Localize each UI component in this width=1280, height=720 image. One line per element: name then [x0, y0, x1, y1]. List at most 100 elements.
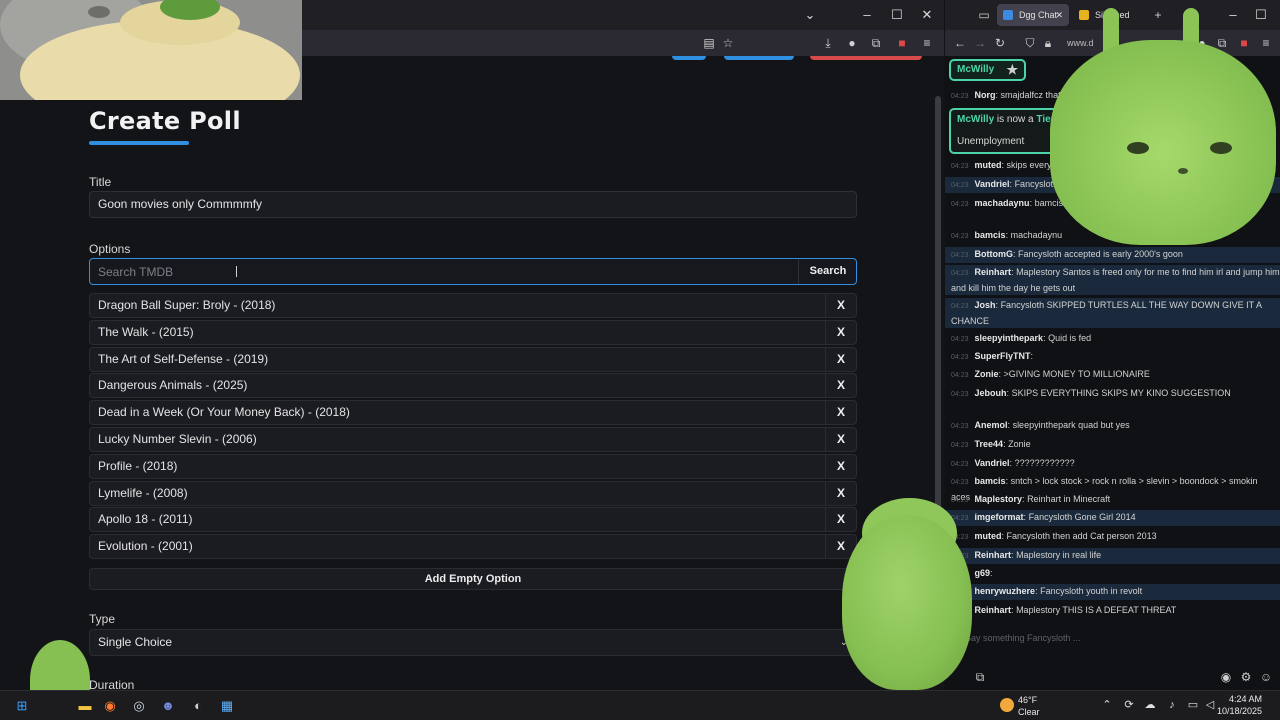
clock-time[interactable]: 4:24 AM — [1222, 694, 1262, 704]
site-nav-button-danger[interactable] — [810, 56, 922, 60]
file-explorer-icon[interactable]: ▬ — [75, 696, 95, 716]
message-username[interactable]: henrywuzhere — [975, 586, 1036, 596]
close-window-icon[interactable]: ✕ — [917, 6, 937, 24]
message-username[interactable]: sleepyinthepark — [975, 333, 1044, 343]
message-username[interactable]: muted — [975, 160, 1002, 170]
bookmark-star-icon[interactable]: ☆ — [719, 34, 737, 52]
site-nav-button[interactable] — [672, 56, 706, 60]
microphone-icon[interactable]: ♪ — [1165, 698, 1179, 712]
shield-icon[interactable]: ⛉ — [1021, 34, 1039, 52]
remove-option-button[interactable]: X — [826, 401, 856, 424]
title-input[interactable]: Goon movies only Commmmfy — [89, 191, 857, 218]
type-select[interactable]: Single Choice ⌄ — [89, 629, 857, 656]
tab-list-chevron-icon[interactable]: ⌄ — [800, 6, 820, 24]
cat-emote-nose — [1178, 168, 1188, 174]
title-underline — [89, 141, 189, 145]
weather-widget[interactable]: 46°F Clear — [1000, 693, 1070, 719]
extension-badge-icon[interactable]: ■ — [893, 34, 911, 52]
message-username[interactable]: g69 — [975, 568, 991, 578]
network-icon[interactable]: ▭ — [1186, 698, 1200, 712]
message-username[interactable]: Norg — [975, 90, 996, 100]
whisper-icon[interactable]: ⧉ — [971, 668, 989, 686]
reader-view-icon[interactable]: ▤ — [700, 34, 718, 52]
remove-option-button[interactable]: X — [826, 294, 856, 317]
cloud-icon[interactable]: ☁ — [1143, 698, 1157, 712]
remove-option-button[interactable]: X — [826, 482, 856, 505]
message-username[interactable]: Tree44 — [975, 439, 1004, 449]
notepad-icon[interactable]: ▦ — [217, 696, 237, 716]
account-icon[interactable]: ● — [843, 34, 861, 52]
minimize-icon[interactable]: – — [857, 6, 877, 24]
option-label: The Art of Self-Defense - (2019) — [98, 351, 269, 366]
eye-icon[interactable]: ◉ — [1217, 668, 1235, 686]
message-username[interactable]: machadaynu — [975, 198, 1030, 208]
reload-icon[interactable]: ↻ — [991, 34, 1009, 52]
message-username[interactable]: muted — [975, 531, 1002, 541]
option-label: Dragon Ball Super: Broly - (2018) — [98, 298, 276, 312]
menu-icon[interactable]: ≡ — [1257, 34, 1275, 52]
chat-input[interactable]: Say something Fancysloth ... — [951, 628, 1271, 648]
start-windows-icon[interactable]: ⊞ — [12, 696, 32, 716]
extension-badge-icon[interactable]: ■ — [1235, 34, 1253, 52]
message-username[interactable]: imgeformat — [975, 512, 1024, 522]
tier-line: McWilly is now a Tier — [957, 114, 1055, 125]
app-icon[interactable]: ◐ — [188, 696, 208, 716]
discord-icon[interactable]: ☻ — [158, 696, 178, 716]
option-label: Lymelife - (2008) — [98, 485, 188, 500]
sync-icon[interactable]: ⟳ — [1122, 698, 1136, 712]
steam-icon[interactable]: ◎ — [129, 696, 149, 716]
settings-gear-icon[interactable]: ⚙ — [1237, 668, 1255, 686]
remove-option-button[interactable]: X — [826, 374, 856, 397]
tab-overview-icon[interactable]: ▭ — [975, 6, 993, 24]
pinned-user-pill[interactable]: McWilly ★ — [949, 59, 1027, 81]
site-nav-button[interactable] — [724, 56, 794, 60]
message-username[interactable]: Reinhart — [975, 267, 1012, 277]
option-row: Evolution - (2001) X — [89, 534, 857, 560]
message-username[interactable]: Vandriel — [975, 179, 1010, 189]
option-row: The Walk - (2015) X — [89, 319, 857, 345]
close-tab-icon[interactable]: ✕ — [1055, 4, 1063, 26]
maximize-icon[interactable]: ☐ — [887, 6, 907, 24]
add-empty-option-button[interactable]: Add Empty Option — [89, 568, 857, 590]
tier-user[interactable]: McWilly — [957, 114, 994, 125]
remove-option-button[interactable]: X — [826, 455, 856, 478]
option-row: Lucky Number Slevin - (2006) X — [89, 426, 857, 452]
users-icon[interactable]: ☺ — [1257, 668, 1275, 686]
lock-icon: 🔒︎ — [1044, 36, 1052, 50]
downloads-icon[interactable]: ⤓ — [819, 34, 837, 52]
message-username[interactable]: Reinhart — [975, 550, 1012, 560]
message-username[interactable]: Josh — [975, 300, 996, 310]
tab-dgg-chat[interactable]: Dgg Chat ✕ — [997, 4, 1069, 26]
message-username[interactable]: Vandriel — [975, 458, 1010, 468]
search-button[interactable]: Search — [799, 259, 857, 284]
chat-message: 04:23 SuperFlyTNT: — [951, 349, 1271, 365]
message-username[interactable]: bamcis — [975, 230, 1006, 240]
message-username[interactable]: bamcis — [975, 476, 1006, 486]
minimize-icon[interactable]: – — [1223, 6, 1243, 24]
chat-message: 04:23Reinhart: Maplestory in real life — [945, 548, 1280, 564]
clock-date[interactable]: 10/18/2025 — [1210, 706, 1262, 716]
message-username[interactable]: Zonie — [975, 369, 999, 379]
text-cursor-icon — [236, 266, 237, 277]
message-username[interactable]: BottomG — [975, 249, 1014, 259]
chat-message: 04:23 Anemol: sleepyinthepark quad but ye… — [951, 418, 1271, 434]
option-label: The Walk - (2015) — [98, 324, 194, 339]
forward-icon[interactable]: → — [971, 34, 989, 52]
firefox-icon[interactable]: ◉ — [100, 696, 120, 716]
message-username[interactable]: Maplestory — [975, 494, 1023, 504]
extensions-icon[interactable]: ⧉ — [867, 34, 885, 52]
message-username[interactable]: Jebouh — [975, 388, 1007, 398]
remove-option-button[interactable]: X — [826, 508, 856, 531]
maximize-icon[interactable]: ☐ — [1251, 6, 1271, 24]
menu-icon[interactable]: ≡ — [918, 34, 936, 52]
message-username[interactable]: Anemol — [975, 420, 1008, 430]
remove-option-button[interactable]: X — [826, 348, 856, 371]
message-username[interactable]: Reinhart — [975, 605, 1012, 615]
tray-chevron-icon[interactable]: ⌃ — [1100, 698, 1114, 712]
message-username[interactable]: SuperFlyTNT — [975, 351, 1031, 361]
remove-option-button[interactable]: X — [826, 428, 856, 451]
new-tab-icon[interactable]: + — [1149, 6, 1167, 24]
tmdb-search-input[interactable] — [90, 259, 798, 284]
remove-option-button[interactable]: X — [826, 321, 856, 344]
back-icon[interactable]: ← — [951, 34, 969, 52]
